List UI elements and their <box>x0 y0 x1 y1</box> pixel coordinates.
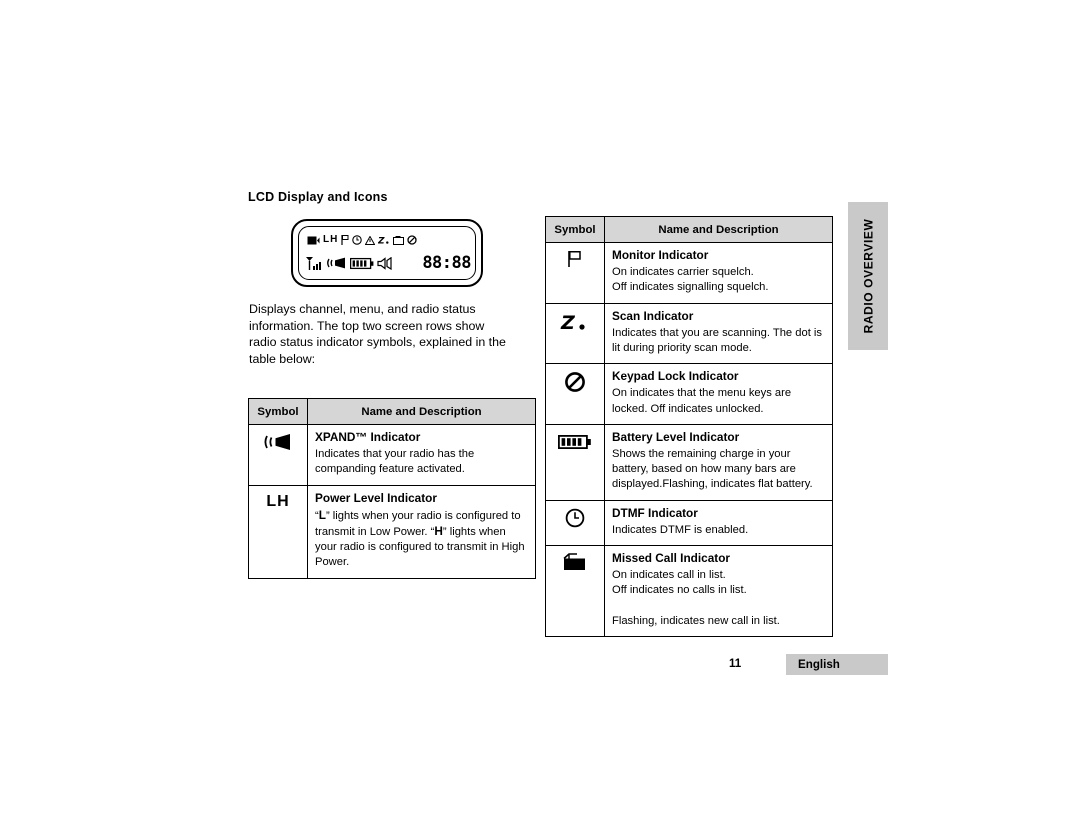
table-row: DTMF Indicator Indicates DTMF is enabled… <box>545 499 833 547</box>
row-description: On indicates carrier squelch. Off indica… <box>612 266 769 294</box>
row-title: DTMF Indicator <box>612 505 698 520</box>
scan-z-icon: Z <box>378 235 390 245</box>
table-row: XPAND™ Indicator Indicates that your rad… <box>248 424 536 486</box>
power-level-lh-icon: LH <box>266 492 290 510</box>
svg-text:Z: Z <box>560 312 576 333</box>
left-header-name: Name and Description <box>307 398 536 425</box>
desc-cell-monitor: Monitor Indicator On indicates carrier s… <box>604 242 833 304</box>
lcd-top-icon-row: LH Z <box>307 232 469 248</box>
page-number: 11 <box>729 657 742 670</box>
lcd-bottom-icon-row: 88:88 <box>305 252 471 274</box>
dtmf-clock-icon <box>352 235 363 245</box>
row-title: Monitor Indicator <box>612 248 709 262</box>
row-description: Indicates DTMF is enabled. <box>612 523 749 536</box>
svg-text:Z: Z <box>378 237 385 246</box>
language-tab: English <box>786 654 888 675</box>
row-description: Indicates that your radio has the compan… <box>315 448 475 476</box>
side-tab-label: RADIO OVERVIEW <box>861 218 876 334</box>
right-header-symbol: Symbol <box>545 216 605 243</box>
row-title: Scan Indicator <box>612 308 694 323</box>
battery-icon <box>350 257 374 270</box>
page-title: LCD Display and Icons <box>248 190 388 204</box>
desc-cell-power-level: Power Level Indicator “L” lights when yo… <box>307 484 536 579</box>
row-title: XPAND™ Indicator <box>315 430 421 444</box>
row-description: Indicates that you are scanning. The dot… <box>612 326 823 355</box>
table-row: Battery Level Indicator Shows the remain… <box>545 423 833 501</box>
table-row: Monitor Indicator On indicates carrier s… <box>545 242 833 304</box>
signal-bars-icon <box>305 256 323 271</box>
symbol-cell-missed-call <box>545 545 605 638</box>
symbol-cell-keypad-lock <box>545 363 605 425</box>
table-row: Missed Call Indicator On indicates call … <box>545 545 833 638</box>
table-row: Keypad Lock Indicator On indicates that … <box>545 363 833 425</box>
keypad-lock-icon <box>407 235 417 245</box>
row-title: Keypad Lock Indicator <box>612 369 739 384</box>
desc-cell-missed-call: Missed Call Indicator On indicates call … <box>604 545 833 638</box>
missed-call-icon <box>393 235 405 245</box>
row-title: Missed Call Indicator <box>612 551 730 566</box>
section-side-tab: RADIO OVERVIEW <box>848 202 888 350</box>
scan-z-icon: Z <box>559 311 591 333</box>
row-title: Power Level Indicator <box>315 490 437 505</box>
left-symbol-table: Symbol Name and Description XPAND™ Indic… <box>248 398 536 579</box>
lcd-segment-value: 88:88 <box>422 253 471 273</box>
left-header-symbol: Symbol <box>248 398 308 425</box>
message-icon <box>307 236 320 245</box>
row-title: Battery Level Indicator <box>612 429 740 444</box>
row-description: On indicates that the menu keys are lock… <box>612 387 792 415</box>
battery-icon <box>558 434 592 450</box>
row-description: Shows the remaining charge in your batte… <box>612 448 813 491</box>
keypad-lock-icon <box>564 371 586 393</box>
power-level-lh-icon: LH <box>323 234 339 245</box>
monitor-flag-icon <box>567 250 583 268</box>
symbol-cell-scan: Z <box>545 302 605 365</box>
desc-cell-battery: Battery Level Indicator Shows the remain… <box>604 423 833 501</box>
symbol-cell-battery <box>545 423 605 501</box>
table-header-row: Symbol Name and Description <box>248 398 536 425</box>
symbol-cell-dtmf <box>545 499 605 547</box>
right-symbol-table: Symbol Name and Description Monitor Indi… <box>545 216 833 638</box>
lcd-display-graphic: LH Z 88:88 <box>291 219 483 287</box>
language-tab-label: English <box>798 658 840 671</box>
desc-cell-keypad-lock: Keypad Lock Indicator On indicates that … <box>604 363 833 425</box>
monitor-flag-icon <box>341 235 349 245</box>
symbol-cell-monitor <box>545 242 605 304</box>
table-header-row: Symbol Name and Description <box>545 216 833 243</box>
row-description: On indicates call in list. Off indicates… <box>612 569 780 627</box>
lcd-description-paragraph: Displays channel, menu, and radio status… <box>249 302 506 366</box>
right-header-name: Name and Description <box>604 216 833 243</box>
desc-cell-dtmf: DTMF Indicator Indicates DTMF is enabled… <box>604 499 833 547</box>
table-row: LH Power Level Indicator “L” lights when… <box>248 484 536 579</box>
xpand-icon <box>326 256 347 270</box>
symbol-cell-xpand <box>248 424 308 486</box>
row-description: “L” lights when your radio is configured… <box>315 507 525 569</box>
speaker-icon <box>377 256 393 270</box>
table-row: Z Scan Indicator Indicates that you are … <box>545 302 833 365</box>
desc-cell-xpand: XPAND™ Indicator Indicates that your rad… <box>307 424 536 486</box>
missed-call-icon <box>563 553 587 572</box>
desc-cell-scan: Scan Indicator Indicates that you are sc… <box>604 302 833 365</box>
xpand-icon <box>263 432 293 452</box>
dtmf-clock-icon <box>565 508 585 528</box>
symbol-cell-power-level: LH <box>248 484 308 579</box>
warning-triangle-icon <box>365 235 376 245</box>
